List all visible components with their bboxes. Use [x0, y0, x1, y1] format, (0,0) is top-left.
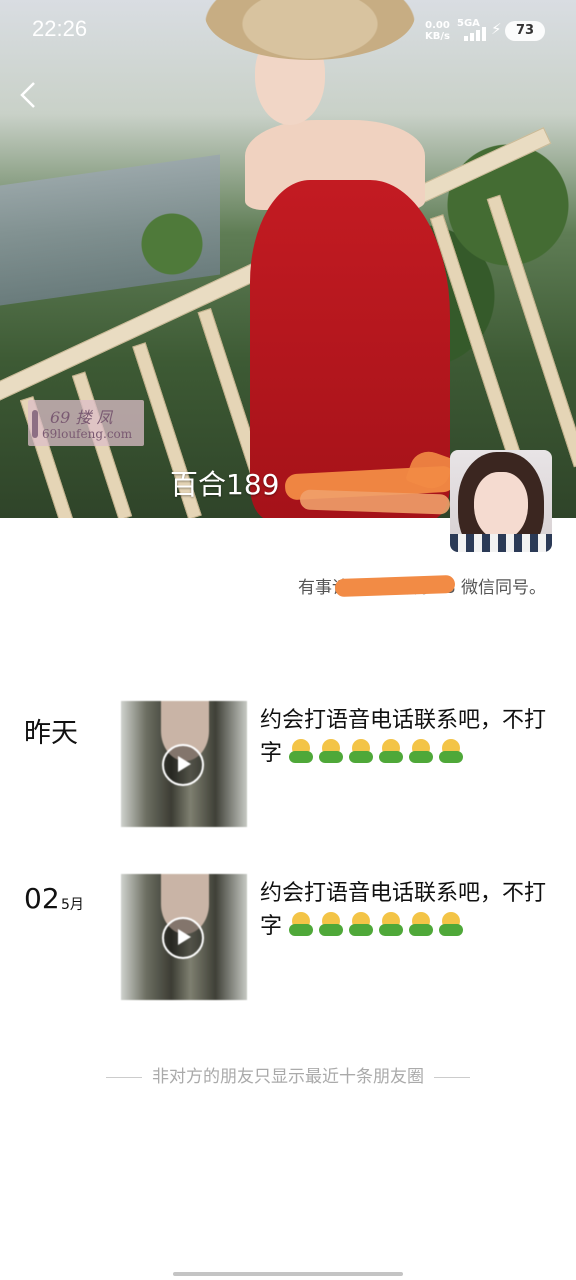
play-icon[interactable] — [162, 744, 204, 786]
profile-signature: 有事请打电话联系18 微信同号。 — [298, 578, 546, 598]
moment-post[interactable]: 昨天 约会打语音电话联系吧，不打字 — [0, 701, 576, 831]
divider-line — [434, 1076, 470, 1078]
friends-limit-note: 非对方的朋友只显示最近十条朋友圈 — [0, 1062, 576, 1087]
post-text-block: 约会打语音电话联系吧，不打字 — [260, 877, 560, 943]
emoji-row — [282, 739, 469, 766]
net-speed-value: 0.00 — [425, 20, 450, 31]
emoji-icon — [379, 912, 404, 936]
emoji-icon — [349, 739, 374, 763]
emoji-icon — [349, 912, 374, 936]
back-button[interactable] — [14, 78, 44, 112]
moment-post[interactable]: 02 5月 约会打语音电话联系吧，不打字 — [0, 874, 576, 1004]
status-bar: 22:26 0.00 KB/s 5GA ⚡ 73 — [0, 0, 576, 62]
emoji-icon — [379, 739, 404, 763]
post-date-day: 02 — [24, 882, 60, 915]
emoji-icon — [439, 912, 464, 936]
play-icon[interactable] — [162, 917, 204, 959]
battery-level: 73 — [505, 21, 545, 41]
emoji-icon — [289, 739, 314, 763]
emoji-icon — [439, 739, 464, 763]
post-text-block: 约会打语音电话联系吧，不打字 — [260, 704, 560, 770]
divider-line — [106, 1076, 142, 1078]
emoji-icon — [289, 912, 314, 936]
net-speed: 0.00 KB/s — [425, 20, 450, 42]
emoji-icon — [409, 912, 434, 936]
watermark-badge: 69 搂 凤 69loufeng.com — [28, 400, 144, 446]
home-indicator[interactable] — [173, 1272, 403, 1276]
cover-photo[interactable]: 69 搂 凤 69loufeng.com 百合189 — [0, 0, 576, 518]
signal-icon — [464, 27, 490, 41]
emoji-icon — [319, 739, 344, 763]
charging-icon: ⚡ — [491, 20, 502, 38]
post-date: 昨天 — [24, 718, 78, 749]
emoji-row — [282, 912, 469, 939]
watermark-url: 69loufeng.com — [42, 427, 133, 441]
pin-icon — [32, 410, 38, 438]
post-video-thumbnail[interactable] — [121, 874, 247, 1000]
friends-limit-text: 非对方的朋友只显示最近十条朋友圈 — [152, 1067, 424, 1087]
status-time: 22:26 — [32, 16, 88, 41]
emoji-icon — [409, 739, 434, 763]
post-video-thumbnail[interactable] — [121, 701, 247, 827]
profile-avatar[interactable] — [450, 450, 552, 552]
cover-person — [205, 0, 515, 518]
profile-name: 百合189 — [170, 468, 280, 501]
post-date-month: 5月 — [61, 897, 84, 913]
chevron-left-icon — [20, 82, 35, 108]
watermark-title: 69 搂 凤 — [50, 408, 113, 427]
net-speed-unit: KB/s — [425, 31, 450, 42]
emoji-icon — [319, 912, 344, 936]
